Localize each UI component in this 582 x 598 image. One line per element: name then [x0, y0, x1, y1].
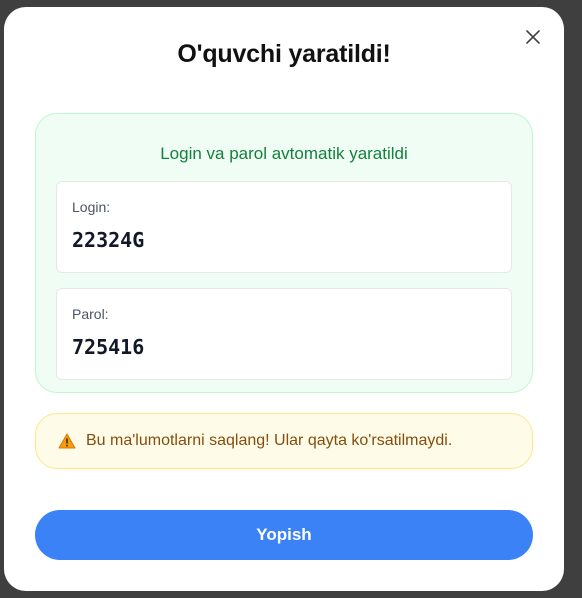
warning-banner: Bu ma'lumotlarni saqlang! Ular qayta ko'…	[35, 413, 533, 469]
password-label: Parol:	[72, 306, 109, 322]
warning-text: Bu ma'lumotlarni saqlang! Ular qayta ko'…	[86, 432, 453, 449]
yopish-button[interactable]: Yopish	[35, 510, 533, 560]
password-value: 725416	[72, 335, 145, 359]
modal-title: O'quvchi yaratildi!	[177, 40, 391, 68]
login-card: Login: 22324G	[56, 181, 512, 273]
login-value: 22324G	[72, 228, 145, 252]
warning-icon	[58, 433, 76, 449]
student-created-modal: O'quvchi yaratildi! Login va parol avtom…	[4, 7, 564, 591]
login-label: Login:	[72, 199, 111, 215]
credentials-heading: Login va parol avtomatik yaratildi	[160, 144, 408, 163]
credentials-panel: Login va parol avtomatik yaratildi Login…	[35, 113, 533, 393]
password-card: Parol: 725416	[56, 288, 512, 380]
